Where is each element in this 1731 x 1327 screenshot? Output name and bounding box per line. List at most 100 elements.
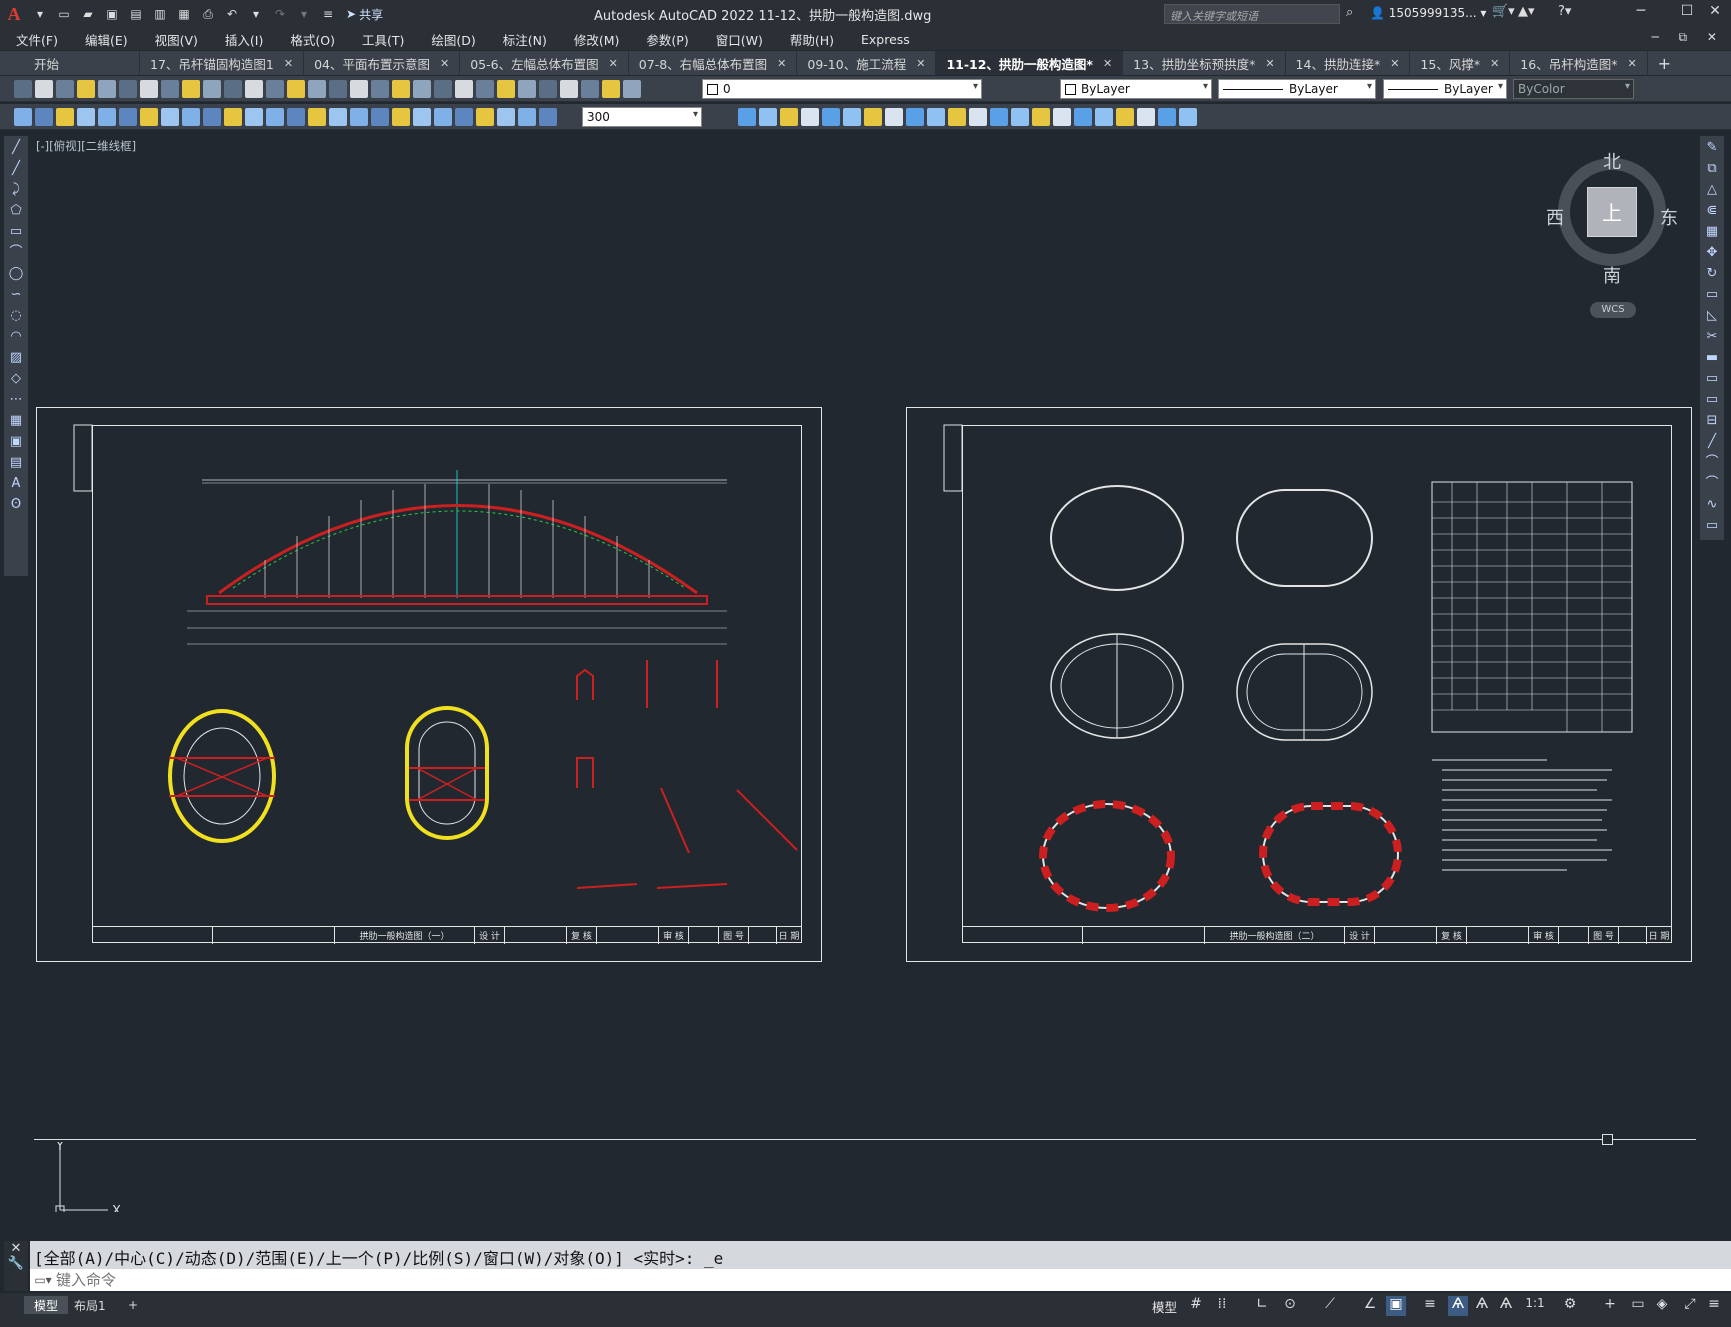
right-palette-icon-11[interactable]: ▭ [1704,371,1720,387]
tb2-icons-tool-icon-2[interactable] [56,108,74,126]
tb1-icons-tool-icon-24[interactable] [518,80,536,98]
tab-document-2[interactable]: 04、平面布置示意图 ✕ [304,51,461,75]
autocad-logo-icon[interactable]: A [0,0,28,28]
tb1-icons-tool-icon-13[interactable] [287,80,305,98]
tb2-icons-tool-icon-0[interactable] [14,108,32,126]
tb3-icons-tool-icon-14[interactable] [1032,108,1050,126]
tb3-icons-tool-icon-0[interactable] [738,108,756,126]
viewcube-top-face[interactable]: 上 [1587,187,1637,237]
tb1-icons-tool-icon-7[interactable] [161,80,179,98]
menu-item-12[interactable]: Express [861,32,910,47]
document-window-controls[interactable]: ─ ⧉ ✕ [1652,30,1725,45]
search-input[interactable]: 键入关键字或短语 [1164,4,1340,24]
save-icon[interactable]: ▣ [102,4,122,24]
tb1-icons-tool-icon-1[interactable] [35,80,53,98]
tb3-icons-tool-icon-9[interactable] [927,108,945,126]
left-palette-icon-3[interactable]: ⬠ [8,203,24,219]
close-icon[interactable]: ✕ [440,57,449,70]
menu-item-10[interactable]: 窗口(W) [716,30,763,49]
tb3-icons-tool-icon-21[interactable] [1179,108,1197,126]
maximize-button[interactable]: ☐ [1676,3,1698,25]
open-folder-icon[interactable]: ▰ [78,4,98,24]
model-space-toggle[interactable]: 模型 [1152,1297,1177,1316]
tb1-icons-tool-icon-9[interactable] [203,80,221,98]
menu-item-11[interactable]: 帮助(H) [790,30,834,49]
close-window-button[interactable]: ✕ [1704,3,1726,25]
viewcube-east[interactable]: 东 [1660,204,1678,230]
right-palette-icon-2[interactable]: △ [1704,182,1720,198]
tb3-icons-tool-icon-8[interactable] [906,108,924,126]
left-palette-icon-10[interactable]: ▨ [8,350,24,366]
tb3-icons-tool-icon-12[interactable] [990,108,1008,126]
isolate-objects-icon[interactable]: ◈ [1652,1296,1672,1316]
menu-item-6[interactable]: 绘图(D) [431,30,475,49]
tb3-icons-tool-icon-7[interactable] [885,108,903,126]
tb2-icons-tool-icon-9[interactable] [203,108,221,126]
tb1-icons-tool-icon-4[interactable] [98,80,116,98]
dimension-scale-combo[interactable]: 300 ▾ [582,107,702,127]
help-icon[interactable]: ?▾ [1558,4,1571,19]
new-file-icon[interactable]: ▭ [54,4,74,24]
minimize-button[interactable]: ─ [1630,3,1652,25]
command-input[interactable] [56,1271,1556,1289]
left-palette-icon-6[interactable]: ◯ [8,266,24,282]
left-palette-icon-14[interactable]: ▣ [8,434,24,450]
viewcube[interactable]: 上 北 南 西 东 [1546,152,1678,287]
right-palette-icon-10[interactable]: ▬ [1704,350,1720,366]
tb1-icons-tool-icon-15[interactable] [329,80,347,98]
left-palette-icon-8[interactable]: ◌ [8,308,24,324]
tb3-icons-tool-icon-18[interactable] [1116,108,1134,126]
left-palette-icon-5[interactable]: ⌒ [8,245,24,261]
close-icon[interactable]: ✕ [1627,57,1636,70]
right-palette-icon-3[interactable]: ⋐ [1704,203,1720,219]
close-icon[interactable]: ✕ [1490,57,1499,70]
menu-item-1[interactable]: 编辑(E) [85,30,128,49]
tb3-icons-tool-icon-6[interactable] [864,108,882,126]
left-palette-icon-4[interactable]: ▭ [8,224,24,240]
viewcube-south[interactable]: 南 [1603,262,1621,288]
left-palette-icon-2[interactable]: ⤸ [8,182,24,198]
tb3-icons-tool-icon-20[interactable] [1158,108,1176,126]
tb2-icons-tool-icon-16[interactable] [350,108,368,126]
menu-item-4[interactable]: 格式(O) [290,30,335,49]
right-palette-icon-0[interactable]: ✎ [1704,140,1720,156]
open-web-icon[interactable]: ▥ [150,4,170,24]
tb3-icons-tool-icon-13[interactable] [1011,108,1029,126]
menu-item-5[interactable]: 工具(T) [362,30,404,49]
tab-document-0[interactable]: 开始 [0,51,140,75]
menu-item-9[interactable]: 参数(P) [646,30,688,49]
isodraft-icon[interactable]: ⟋ [1320,1296,1340,1316]
tb2-icons-tool-icon-6[interactable] [140,108,158,126]
redo-dropdown-icon[interactable]: ▾ [294,4,314,24]
right-palette-icon-8[interactable]: ◺ [1704,308,1720,324]
right-palette-icon-17[interactable]: ∿ [1704,497,1720,513]
polar-icon[interactable]: ⊙ [1280,1296,1300,1316]
tb3-icons-tool-icon-1[interactable] [759,108,777,126]
ortho-icon[interactable]: ∟ [1252,1296,1272,1316]
tb1-icons-tool-icon-5[interactable] [119,80,137,98]
user-account[interactable]: 👤 1505999135... ▾ [1370,6,1486,20]
tb1-icons-tool-icon-8[interactable] [182,80,200,98]
viewport-resize-handle[interactable] [1602,1134,1613,1145]
tb2-icons-tool-icon-12[interactable] [266,108,284,126]
lineweight-icon[interactable]: ≡ [1420,1296,1440,1316]
close-icon[interactable]: ✕ [916,57,925,70]
tb1-icons-tool-icon-20[interactable] [434,80,452,98]
viewcube-west[interactable]: 西 [1546,204,1564,230]
tb3-icons-tool-icon-4[interactable] [822,108,840,126]
tb3-icons-tool-icon-16[interactable] [1074,108,1092,126]
scale-selector[interactable]: 1:1 [1520,1296,1550,1316]
tab-document-5[interactable]: 09-10、施工流程 ✕ [797,51,937,75]
left-palette-icon-12[interactable]: ⋯ [8,392,24,408]
tb1-icons-tool-icon-22[interactable] [476,80,494,98]
tb2-icons-tool-icon-17[interactable] [371,108,389,126]
grid-icon[interactable]: # [1186,1296,1206,1316]
left-palette-icon-7[interactable]: ∽ [8,287,24,303]
right-palette-icon-15[interactable]: ⌒ [1704,455,1720,471]
tb2-icons-tool-icon-22[interactable] [476,108,494,126]
tb1-icons-tool-icon-23[interactable] [497,80,515,98]
right-palette-icon-14[interactable]: ╱ [1704,434,1720,450]
lineweight-combo[interactable]: ByLayer ▾ [1383,79,1507,99]
tab-document-8[interactable]: 14、拱肋连接* ✕ [1285,51,1411,75]
tb3-icons-tool-icon-10[interactable] [948,108,966,126]
